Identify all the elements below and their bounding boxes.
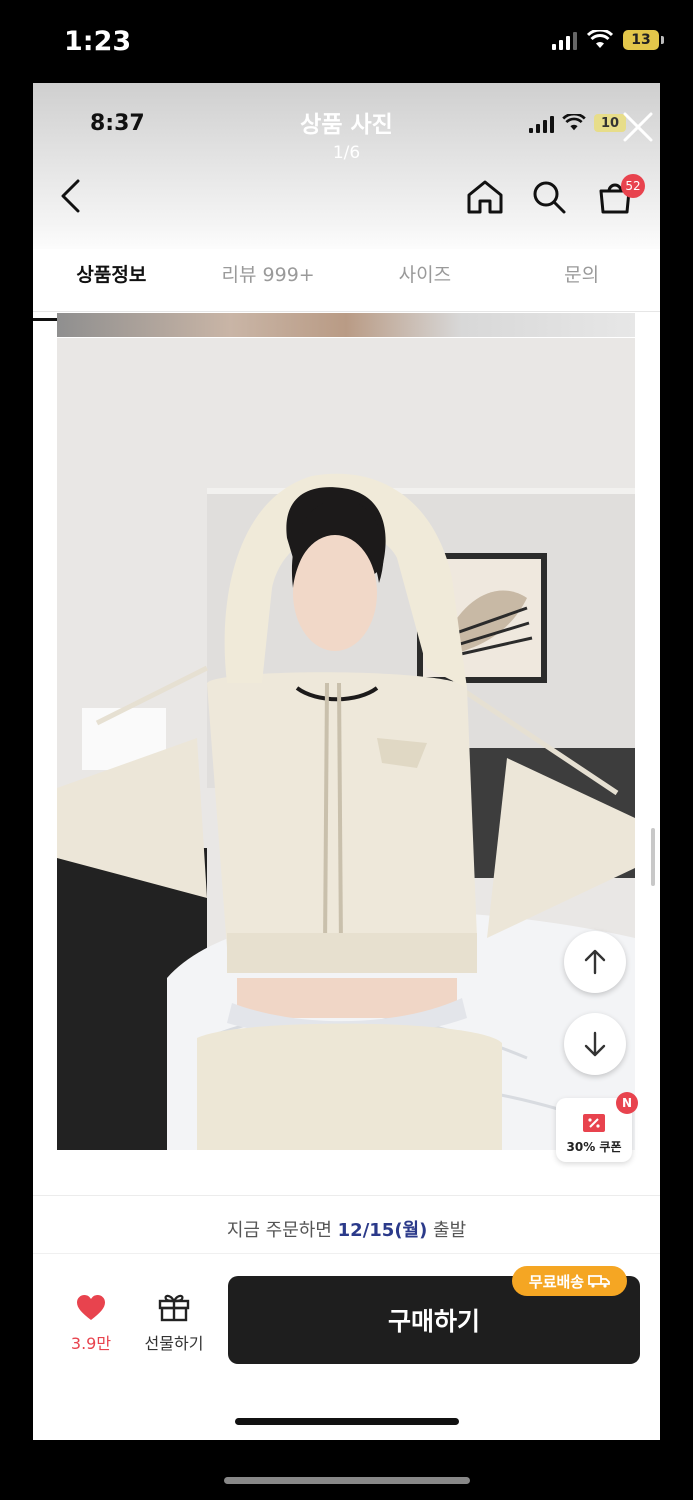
tab-inquiry[interactable]: 문의 (503, 249, 660, 311)
app-screen: 8:37 상품 사진 1/6 10 52 상품정보 리뷰 999+ 사이즈 문의… (33, 83, 660, 1440)
tab-product-info[interactable]: 상품정보 (33, 249, 190, 321)
free-shipping-badge: 무료배송 (512, 1266, 627, 1296)
scrollbar-thumb[interactable] (651, 828, 655, 886)
tab-size[interactable]: 사이즈 (347, 249, 504, 311)
arrow-down-icon (584, 1031, 606, 1057)
free-shipping-label: 무료배송 (528, 1272, 585, 1291)
wifi-icon (562, 114, 586, 131)
back-arrow-icon[interactable] (59, 179, 83, 213)
truck-icon (588, 1275, 610, 1288)
scroll-up-button[interactable] (564, 931, 626, 993)
close-icon[interactable] (620, 109, 656, 145)
shipping-prefix: 지금 주문하면 (226, 1220, 338, 1241)
viewer-counter: 1/6 (332, 143, 361, 163)
arrow-up-icon (584, 949, 606, 975)
product-tabs: 상품정보 리뷰 999+ 사이즈 문의 (33, 249, 660, 321)
battery-indicator: 13 (623, 30, 664, 50)
scroll-down-button[interactable] (564, 1013, 626, 1075)
divider (33, 1195, 660, 1196)
product-photo-illustration (57, 338, 635, 1150)
gift-label[interactable]: 선물하기 (133, 1330, 215, 1354)
outer-status-time: 1:23 (64, 26, 132, 57)
inner-status-icons: 10 (529, 113, 626, 133)
coupon-label: 30% 쿠폰 (566, 1140, 622, 1154)
previous-photo-strip (57, 313, 635, 337)
like-count: 3.9만 (70, 1334, 112, 1353)
signal-icon (552, 30, 577, 50)
shipping-notice: 지금 주문하면 12/15(월) 출발 (33, 1216, 660, 1242)
signal-icon (529, 113, 554, 133)
home-indicator[interactable] (235, 1418, 459, 1425)
tab-reviews[interactable]: 리뷰 999+ (190, 249, 347, 311)
coupon-ticket-icon (583, 1114, 605, 1132)
cart-count-badge: 52 (621, 174, 645, 198)
divider (33, 1253, 660, 1254)
gift-icon[interactable] (158, 1292, 190, 1322)
wifi-icon (587, 30, 613, 48)
heart-icon[interactable] (76, 1294, 106, 1322)
shipping-date: 12/15(월) (337, 1220, 428, 1241)
shipping-suffix: 출발 (427, 1220, 467, 1241)
coupon-new-badge: N (616, 1092, 638, 1114)
home-icon[interactable] (466, 179, 504, 215)
outer-home-indicator[interactable] (224, 1477, 470, 1484)
product-photo[interactable] (57, 338, 635, 1150)
outer-status-icons: 13 (552, 30, 664, 50)
search-icon[interactable] (531, 179, 567, 215)
